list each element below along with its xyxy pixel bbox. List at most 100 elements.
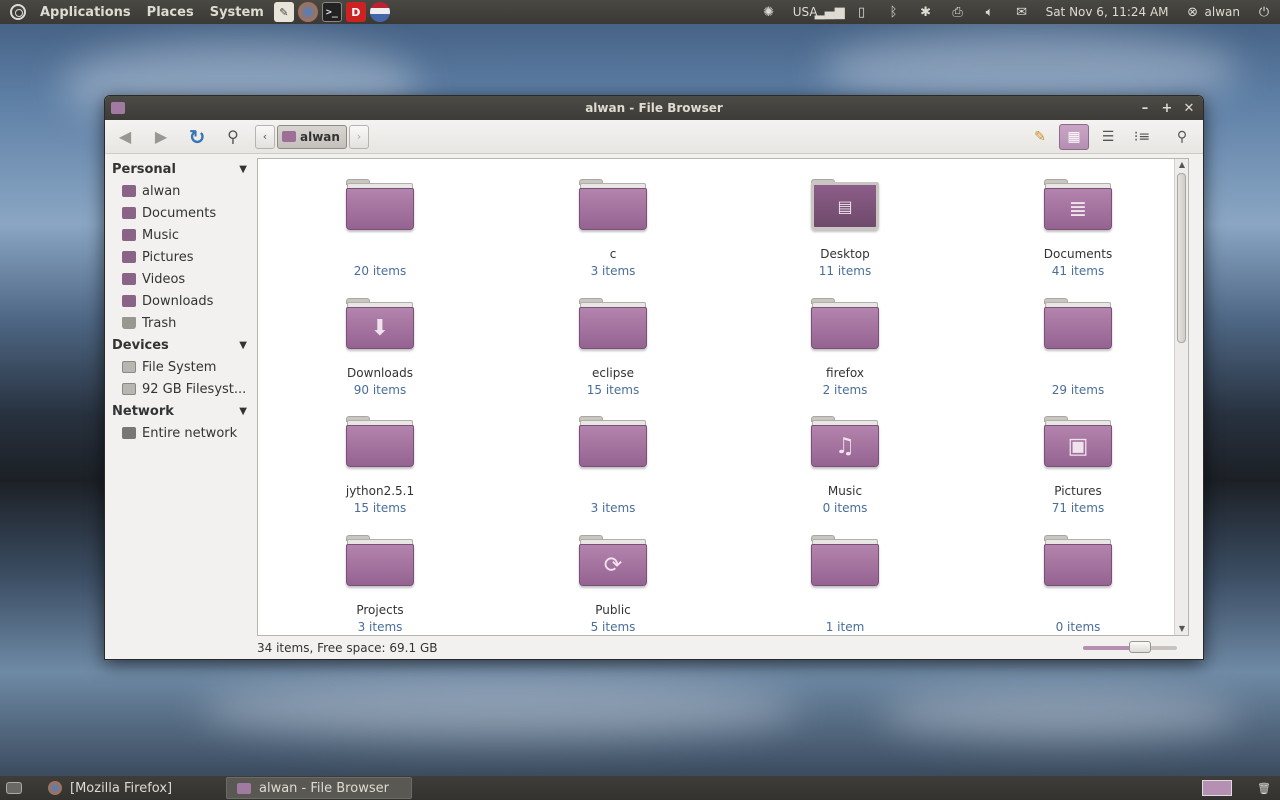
forward-button[interactable]: ▶ (147, 124, 175, 150)
sidebar-item-entire-network[interactable]: Entire network (105, 422, 251, 444)
folder-item[interactable]: ⟳ Public 5 items (533, 535, 693, 634)
folder-item[interactable]: ♫ Music 0 items (765, 416, 925, 515)
folder-item[interactable]: jython2.5.1 15 items (300, 416, 460, 515)
close-button[interactable]: ✕ (1181, 100, 1197, 116)
sidebar-header-devices[interactable]: Devices ▼ (105, 334, 251, 356)
volume-indicator[interactable]: 🔈︎ (974, 0, 1006, 24)
speaker-icon: 🔈︎ (985, 4, 994, 20)
view-controls: ✎ ▦ ☰ ⁝≡ ⚲ (1025, 123, 1197, 150)
folder-name: jython2.5.1 (345, 484, 415, 498)
minimize-button[interactable]: – (1137, 100, 1153, 116)
path-left-arrow-button[interactable]: ‹ (255, 124, 275, 149)
collapse-triangle-icon: ▼ (239, 405, 247, 417)
zoom-search-button[interactable]: ⚲ (1167, 124, 1197, 150)
folder-name: Downloads (347, 366, 413, 380)
top-panel: Applications Places System ✎ >_ D ✺ USA … (0, 0, 1280, 24)
folder-icon (346, 535, 414, 589)
workspace-switcher[interactable] (1202, 780, 1232, 796)
folder-item-count: 3 items (590, 501, 636, 515)
sidebar-item-alwan[interactable]: alwan (105, 180, 251, 202)
sidebar-item-trash[interactable]: Trash (105, 312, 251, 334)
collapse-triangle-icon: ▼ (239, 339, 247, 351)
sidebar-item-92gb-filesystem[interactable]: 92 GB Filesyst... (105, 378, 251, 400)
folder-item[interactable]: c 3 items (533, 179, 693, 278)
vertical-scrollbar[interactable]: ▲ ▼ (1174, 159, 1188, 635)
sidebar-header-network[interactable]: Network ▼ (105, 400, 251, 422)
sidebar-item-label: Entire network (142, 425, 238, 441)
folder-item[interactable]: 29 items (998, 298, 1158, 397)
folder-item-count: 20 items (353, 264, 407, 278)
folder-item[interactable]: 0 items (998, 535, 1158, 634)
mail-indicator[interactable]: ✉ (1006, 0, 1038, 24)
magnifier-icon: ⚲ (1176, 128, 1188, 145)
folder-item[interactable]: ≣ Documents 41 items (998, 179, 1158, 278)
text-editor-launcher-icon[interactable]: ✎ (273, 2, 294, 22)
app-flag-launcher-icon[interactable] (369, 2, 390, 22)
system-menu[interactable]: System (202, 0, 272, 24)
network-indicator[interactable]: ✺ (753, 0, 785, 24)
edit-location-button[interactable]: ✎ (1025, 124, 1055, 150)
icon-view[interactable]: 20 items c 3 items ▤ Desktop 11 items ≣ Documen… (257, 158, 1189, 636)
folder-item-count: 3 items (590, 264, 636, 278)
taskbar-item-firefox[interactable]: [Mozilla Firefox] (38, 777, 224, 799)
home-folder-icon (282, 131, 296, 142)
scroll-up-arrow-icon[interactable]: ▲ (1176, 159, 1188, 171)
taskbar-item-file-browser[interactable]: alwan - File Browser (226, 777, 412, 799)
maximize-button[interactable]: + (1159, 100, 1175, 116)
folder-item[interactable]: 20 items (300, 179, 460, 278)
app-indicator-icon: ✱ (920, 4, 932, 20)
power-menu[interactable]: ⏻ (1248, 0, 1280, 24)
window-titlebar[interactable]: alwan - File Browser – + ✕ (105, 96, 1203, 120)
sidebar-header-personal[interactable]: Personal ▼ (105, 158, 251, 180)
sidebar-item-documents[interactable]: Documents (105, 202, 251, 224)
list-view-button[interactable]: ☰ (1093, 124, 1123, 150)
folder-name: eclipse (592, 366, 634, 380)
clock[interactable]: Sat Nov 6, 11:24 AM (1038, 0, 1177, 24)
trash-applet-icon[interactable]: 🗑︎ (1254, 778, 1274, 798)
folder-item[interactable]: ▣ Pictures 71 items (998, 416, 1158, 515)
sidebar-item-pictures[interactable]: Pictures (105, 246, 251, 268)
path-button-home[interactable]: alwan (277, 124, 347, 149)
sidebar-item-videos[interactable]: Videos (105, 268, 251, 290)
search-button[interactable]: ⚲ (219, 124, 247, 150)
reload-button[interactable]: ↻ (183, 124, 211, 150)
sidebar-item-file-system[interactable]: File System (105, 356, 251, 378)
scroll-down-arrow-icon[interactable]: ▼ (1176, 623, 1188, 635)
show-desktop-icon[interactable] (6, 782, 22, 794)
sidebar-item-downloads[interactable]: Downloads (105, 290, 251, 312)
collapse-triangle-icon: ▼ (239, 163, 247, 175)
app-d-launcher-icon[interactable]: D (345, 2, 366, 22)
scrollbar-thumb[interactable] (1177, 173, 1186, 343)
places-sidebar: Personal ▼ alwan Documents Music Picture… (105, 154, 251, 659)
window-controls: – + ✕ (1137, 100, 1203, 116)
icon-view-button[interactable]: ▦ (1059, 123, 1089, 150)
folder-name: Documents (1043, 247, 1113, 261)
bluetooth-indicator[interactable]: ᛒ (878, 0, 910, 24)
printer-indicator[interactable]: ⎙ (942, 0, 974, 24)
app-indicator[interactable]: ✱ (910, 0, 942, 24)
compact-view-button[interactable]: ⁝≡ (1127, 124, 1157, 150)
path-right-arrow-button[interactable]: › (348, 124, 369, 149)
pencil-icon: ✎ (1034, 128, 1046, 145)
zoom-slider-handle[interactable] (1129, 641, 1151, 653)
places-menu[interactable]: Places (139, 0, 202, 24)
zoom-slider[interactable] (1083, 641, 1177, 653)
sim-indicator[interactable]: ▯ (846, 0, 878, 24)
keyboard-layout-indicator[interactable]: USA ▂▄▆ (785, 0, 846, 24)
ubuntu-logo-icon[interactable] (10, 4, 26, 20)
folder-item[interactable]: 1 item (765, 535, 925, 634)
firefox-launcher-icon[interactable] (297, 2, 318, 22)
sidebar-item-music[interactable]: Music (105, 224, 251, 246)
applications-menu[interactable]: Applications (32, 0, 139, 24)
back-button[interactable]: ◀ (111, 124, 139, 150)
folder-item[interactable]: 3 items (533, 416, 693, 515)
terminal-launcher-icon[interactable]: >_ (321, 2, 342, 22)
folder-item[interactable]: ⬇ Downloads 90 items (300, 298, 460, 397)
folder-item[interactable]: eclipse 15 items (533, 298, 693, 397)
pictures-folder-icon (122, 251, 136, 263)
user-menu[interactable]: ⊗ alwan (1177, 0, 1248, 24)
folder-item[interactable]: ▤ Desktop 11 items (765, 179, 925, 278)
folder-item[interactable]: firefox 2 items (765, 298, 925, 397)
folder-item[interactable]: Projects 3 items (300, 535, 460, 634)
folder-icon (346, 179, 414, 233)
